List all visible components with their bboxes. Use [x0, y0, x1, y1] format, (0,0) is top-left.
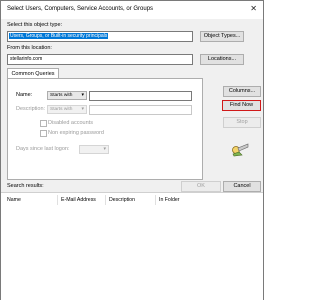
column-header-description[interactable]: Description: [109, 197, 135, 203]
disabled-accounts-label: Disabled accounts: [48, 120, 93, 126]
description-mode-select[interactable]: Starts with ▾: [47, 105, 87, 114]
column-header-in-folder[interactable]: In Folder: [159, 197, 179, 203]
location-label: From this location:: [7, 45, 52, 51]
search-results-label: Search results:: [7, 183, 44, 189]
description-input[interactable]: [89, 105, 192, 115]
select-users-dialog: Select Users, Computers, Service Account…: [0, 0, 264, 300]
object-type-field: Users, Groups, or Built-in security prin…: [7, 31, 193, 42]
name-label: Name:: [16, 92, 33, 98]
days-since-logon-select[interactable]: ▾: [79, 145, 109, 154]
description-label: Description:: [16, 106, 46, 112]
name-mode-value: Starts with: [50, 93, 73, 98]
columns-button[interactable]: Columns...: [223, 86, 261, 97]
description-mode-value: Starts with: [50, 107, 73, 112]
chevron-down-icon: ▾: [81, 106, 84, 112]
chevron-down-icon: ▾: [81, 92, 84, 98]
object-types-button[interactable]: Object Types...: [200, 31, 244, 42]
column-separator: [57, 195, 58, 205]
title-bar: Select Users, Computers, Service Account…: [1, 1, 263, 19]
non-expiring-password-label: Non expiring password: [48, 130, 104, 136]
name-input[interactable]: [89, 91, 192, 101]
column-separator: [105, 195, 106, 205]
object-type-label: Select this object type:: [7, 22, 63, 28]
disabled-accounts-checkbox[interactable]: [40, 120, 47, 127]
ok-button[interactable]: OK: [181, 181, 221, 192]
search-results-list[interactable]: Name E-Mail Address Description In Folde…: [1, 192, 263, 300]
search-figure-icon: [232, 143, 249, 157]
object-type-value: Users, Groups, or Built-in security prin…: [9, 33, 109, 39]
location-field: stellarinfo.com: [7, 54, 193, 65]
location-value: stellarinfo.com: [10, 56, 43, 62]
chevron-down-icon: ▾: [103, 146, 106, 152]
non-expiring-password-checkbox[interactable]: [40, 130, 47, 137]
column-separator: [155, 195, 156, 205]
common-queries-panel: Name: Starts with ▾ Description: Starts …: [7, 78, 203, 180]
name-mode-select[interactable]: Starts with ▾: [47, 91, 87, 100]
locations-button[interactable]: Locations...: [200, 54, 244, 65]
stop-button[interactable]: Stop: [223, 117, 261, 128]
cancel-button[interactable]: Cancel: [223, 181, 261, 192]
close-icon[interactable]: ✕: [250, 4, 257, 13]
days-since-logon-label: Days since last logon:: [16, 146, 70, 152]
window-title: Select Users, Computers, Service Account…: [7, 6, 154, 12]
find-now-button[interactable]: Find Now: [222, 100, 261, 111]
column-header-name[interactable]: Name: [7, 197, 21, 203]
column-header-email[interactable]: E-Mail Address: [61, 197, 96, 203]
dialog-body: Select this object type: Users, Groups, …: [1, 19, 263, 300]
